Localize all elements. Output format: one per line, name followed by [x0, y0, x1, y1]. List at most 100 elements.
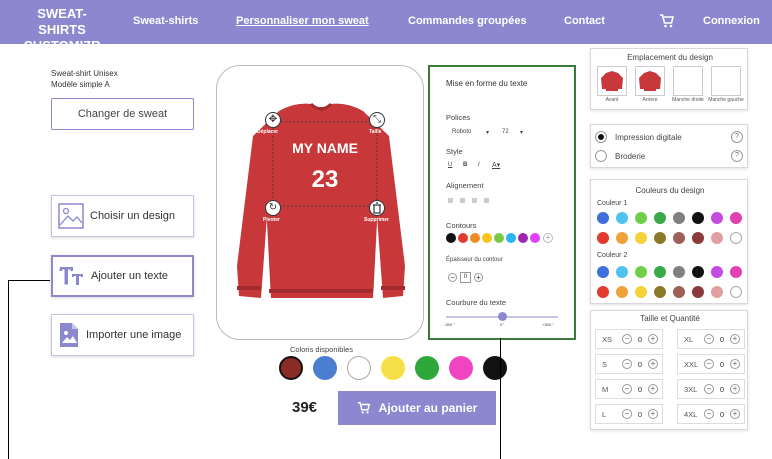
digital-print-radio[interactable] [595, 131, 607, 143]
quantity-minus-button[interactable]: − [704, 359, 714, 369]
placement-right-sleeve[interactable] [673, 66, 703, 96]
thickness-minus-button[interactable]: − [448, 273, 457, 282]
design-color-swatch[interactable] [616, 212, 628, 224]
design-color-swatch[interactable] [597, 232, 609, 244]
quantity-minus-button[interactable]: − [622, 359, 632, 369]
design-color-swatch[interactable] [635, 232, 647, 244]
embroidery-help-icon[interactable]: ? [731, 150, 743, 162]
coloris-swatch[interactable] [313, 356, 337, 380]
design-color-swatch[interactable] [692, 212, 704, 224]
design-color-swatch[interactable] [711, 232, 723, 244]
design-color-swatch[interactable] [692, 266, 704, 278]
quantity-plus-button[interactable]: + [730, 384, 740, 394]
design-color-swatch[interactable] [597, 266, 609, 278]
design-color-swatch[interactable] [616, 232, 628, 244]
quantity-value[interactable]: 0 [636, 385, 644, 394]
custom-text-line1[interactable]: MY NAME [273, 140, 377, 156]
site-logo[interactable]: SWEAT-SHIRTS CUSTOMIZR [14, 6, 110, 54]
digital-help-icon[interactable]: ? [731, 131, 743, 143]
placement-front[interactable] [597, 66, 627, 96]
thickness-plus-button[interactable]: + [474, 273, 483, 282]
quantity-plus-button[interactable]: + [730, 409, 740, 419]
design-color-swatch[interactable] [597, 286, 609, 298]
quantity-minus-button[interactable]: − [704, 409, 714, 419]
design-color-swatch[interactable] [597, 212, 609, 224]
font-select[interactable]: Roboto [452, 129, 471, 135]
design-color-swatch[interactable] [730, 266, 742, 278]
align-justify-icon[interactable] [484, 198, 489, 203]
design-color-swatch[interactable] [730, 286, 742, 298]
design-color-swatch[interactable] [730, 232, 742, 244]
delete-handle-icon[interactable] [369, 200, 385, 216]
quantity-plus-button[interactable]: + [648, 334, 658, 344]
quantity-value[interactable]: 0 [718, 410, 726, 419]
design-color-swatch[interactable] [730, 212, 742, 224]
design-color-swatch[interactable] [654, 286, 666, 298]
quantity-value[interactable]: 0 [636, 360, 644, 369]
font-chevron-icon[interactable]: ▾ [486, 129, 489, 136]
quantity-plus-button[interactable]: + [648, 359, 658, 369]
design-color-swatch[interactable] [692, 232, 704, 244]
align-center-icon[interactable] [460, 198, 465, 203]
quantity-value[interactable]: 0 [718, 385, 726, 394]
design-color-swatch[interactable] [654, 266, 666, 278]
outline-color-swatch[interactable] [446, 233, 456, 243]
quantity-plus-button[interactable]: + [730, 359, 740, 369]
design-color-swatch[interactable] [616, 286, 628, 298]
quantity-minus-button[interactable]: − [704, 334, 714, 344]
design-color-swatch[interactable] [654, 212, 666, 224]
outline-add-color-icon[interactable]: + [543, 233, 553, 243]
align-right-icon[interactable] [472, 198, 477, 203]
nav-commandes-groupees[interactable]: Commandes groupées [408, 15, 527, 27]
nav-contact[interactable]: Contact [564, 15, 605, 27]
embroidery-radio[interactable] [595, 150, 607, 162]
quantity-minus-button[interactable]: − [622, 334, 632, 344]
add-text-button[interactable]: Ajouter un texte [51, 255, 194, 297]
nav-personnaliser[interactable]: Personnaliser mon sweat [236, 15, 369, 27]
quantity-plus-button[interactable]: + [730, 334, 740, 344]
nav-sweatshirts[interactable]: Sweat-shirts [133, 15, 198, 27]
quantity-value[interactable]: 0 [718, 335, 726, 344]
curve-slider-thumb[interactable] [497, 312, 507, 321]
coloris-swatch[interactable] [381, 356, 405, 380]
rotate-handle-icon[interactable]: ↻ [265, 200, 281, 216]
import-image-button[interactable]: Importer une image [51, 314, 194, 356]
outline-color-swatch[interactable] [470, 233, 480, 243]
underline-button[interactable]: U [448, 162, 452, 168]
coloris-swatch[interactable] [483, 356, 507, 380]
choose-design-button[interactable]: Choisir un design [51, 195, 194, 237]
quantity-plus-button[interactable]: + [648, 384, 658, 394]
quantity-plus-button[interactable]: + [648, 409, 658, 419]
size-chevron-icon[interactable]: ▾ [520, 129, 523, 136]
quantity-value[interactable]: 0 [718, 360, 726, 369]
quantity-value[interactable]: 0 [636, 410, 644, 419]
design-color-swatch[interactable] [711, 266, 723, 278]
design-color-swatch[interactable] [673, 212, 685, 224]
design-color-swatch[interactable] [635, 212, 647, 224]
quantity-minus-button[interactable]: − [622, 409, 632, 419]
cart-icon[interactable] [659, 13, 675, 29]
quantity-value[interactable]: 0 [636, 335, 644, 344]
design-color-swatch[interactable] [711, 286, 723, 298]
outline-color-swatch[interactable] [530, 233, 540, 243]
design-color-swatch[interactable] [654, 232, 666, 244]
nav-connexion[interactable]: Connexion [703, 15, 760, 27]
move-handle-icon[interactable]: ✥ [265, 112, 281, 128]
outline-color-swatch[interactable] [506, 233, 516, 243]
coloris-swatch[interactable] [279, 356, 303, 380]
placement-back[interactable] [635, 66, 665, 96]
coloris-swatch[interactable] [449, 356, 473, 380]
thickness-input[interactable]: 0 [460, 272, 471, 283]
resize-handle-icon[interactable]: ⤡ [369, 112, 385, 128]
italic-button[interactable]: I [478, 162, 480, 168]
design-color-swatch[interactable] [616, 266, 628, 278]
custom-text-line2[interactable]: 23 [273, 166, 377, 194]
quantity-minus-button[interactable]: − [622, 384, 632, 394]
placement-left-sleeve[interactable] [711, 66, 741, 96]
outline-color-swatch[interactable] [494, 233, 504, 243]
font-size-select[interactable]: 72 [502, 129, 509, 135]
outline-color-swatch[interactable] [458, 233, 468, 243]
design-color-swatch[interactable] [673, 286, 685, 298]
design-color-swatch[interactable] [635, 266, 647, 278]
change-sweat-button[interactable]: Changer de sweat [51, 98, 194, 130]
